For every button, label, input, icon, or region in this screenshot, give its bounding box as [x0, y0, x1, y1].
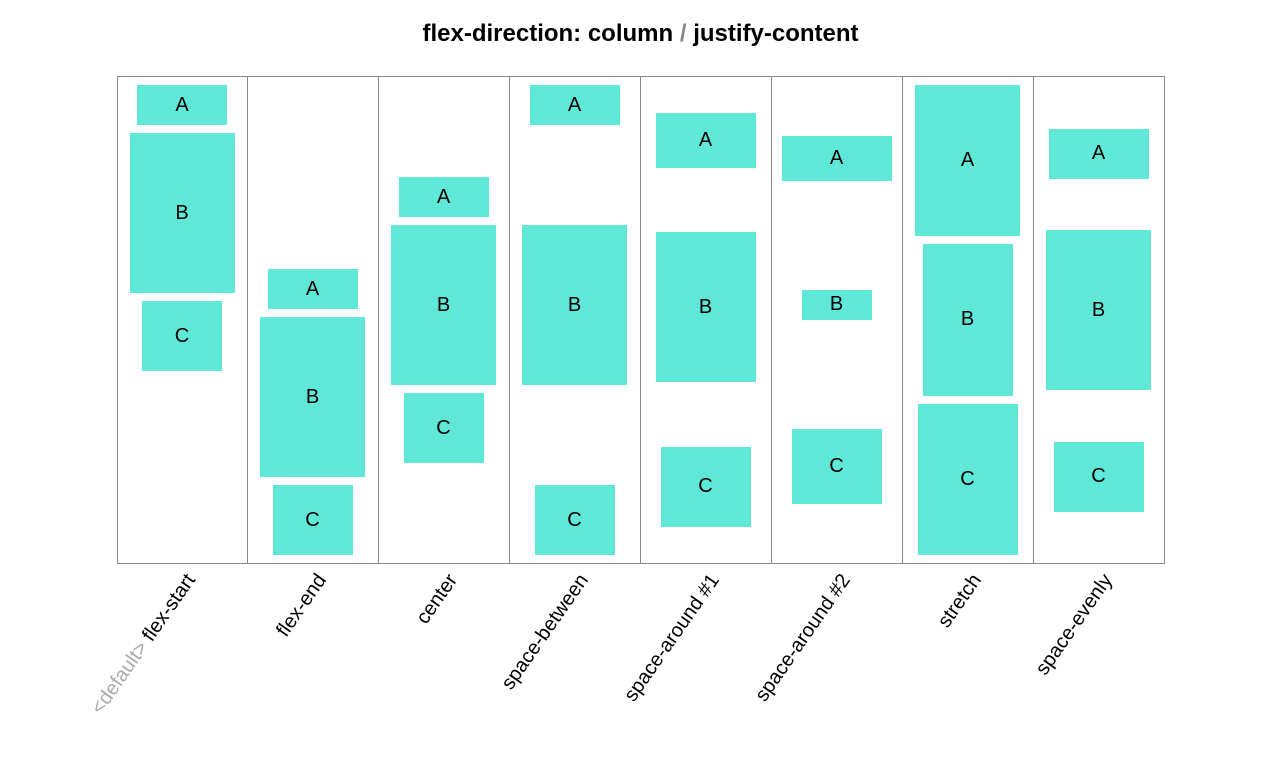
flex-item: A [530, 85, 620, 125]
flex-item: C [404, 393, 484, 463]
flex-item: B [802, 290, 872, 320]
flex-item: C [535, 485, 615, 555]
diagram-title: flex-direction: column / justify-content [0, 20, 1281, 48]
column-label-area: flex-end [248, 570, 379, 740]
flex-item: C [661, 447, 751, 527]
column-stretch: ABCstretch [903, 76, 1034, 740]
flex-item: C [142, 301, 222, 371]
column-label-text: space-between [497, 570, 593, 694]
column-space-around-1: A BCspace-around #1 [641, 76, 772, 740]
column-label-area: space-around #1 [641, 570, 772, 740]
flex-item: A [656, 113, 756, 168]
flex-item: A [915, 85, 1020, 236]
flex-item: B [260, 317, 365, 477]
column-label-text: center [412, 570, 462, 628]
default-marker: <default> [87, 633, 156, 718]
flex-container-space-around-1: A BC [641, 76, 772, 564]
flex-container-stretch: ABC [903, 76, 1034, 564]
flex-item: B [522, 225, 627, 385]
column-label-text: flex-start [138, 570, 200, 645]
column-label-text: flex-end [272, 570, 331, 641]
flex-item: B [656, 232, 756, 382]
flex-container-space-around-2: A B C [772, 76, 903, 564]
flex-item: A [137, 85, 227, 125]
flex-item: C [792, 429, 882, 504]
column-label: flex-end [272, 570, 332, 641]
column-flex-end: ABCflex-end [248, 76, 379, 740]
column-label-area: <default> flex-start [117, 570, 248, 740]
column-space-evenly: A BCspace-evenly [1034, 76, 1165, 740]
column-label: center [412, 570, 463, 629]
column-label-area: space-between [510, 570, 641, 740]
column-label: space-between [497, 570, 594, 694]
flex-item: A [399, 177, 489, 217]
flex-container-flex-end: ABC [248, 76, 379, 564]
column-space-between: A B Cspace-between [510, 76, 641, 740]
flex-container-space-evenly: A BC [1034, 76, 1165, 564]
flex-container-space-between: A B C [510, 76, 641, 564]
flex-item: B [923, 244, 1013, 395]
title-sub: justify-content [693, 20, 858, 47]
flex-item: B [1046, 230, 1151, 390]
column-label-area: space-around #2 [772, 570, 903, 740]
column-label-area: center [379, 570, 510, 740]
flex-container-flex-start: ABC [117, 76, 248, 564]
column-label-text: space-evenly [1031, 570, 1117, 679]
flex-item: B [391, 225, 496, 385]
flex-item: C [1054, 442, 1144, 512]
flex-item: A [1049, 129, 1149, 179]
column-label: space-evenly [1031, 570, 1117, 680]
flex-item: B [130, 133, 235, 293]
column-label: <default> flex-start [87, 570, 201, 719]
column-flex-start: ABC<default> flex-start [117, 76, 248, 740]
columns-grid: ABC<default> flex-startABCflex-endABCcen… [117, 76, 1165, 740]
flex-container-center: ABC [379, 76, 510, 564]
flex-item: C [273, 485, 353, 555]
flex-item: A [268, 269, 358, 309]
title-main: flex-direction: column [422, 20, 673, 47]
column-space-around-2: A B Cspace-around #2 [772, 76, 903, 740]
flex-item: C [918, 404, 1018, 555]
column-label: stretch [934, 570, 987, 632]
column-center: ABCcenter [379, 76, 510, 740]
column-label-text: stretch [934, 570, 986, 632]
column-label-area: space-evenly [1034, 570, 1165, 740]
flex-item: A [782, 136, 892, 181]
title-separator: / [680, 20, 687, 47]
column-label-area: stretch [903, 570, 1034, 740]
